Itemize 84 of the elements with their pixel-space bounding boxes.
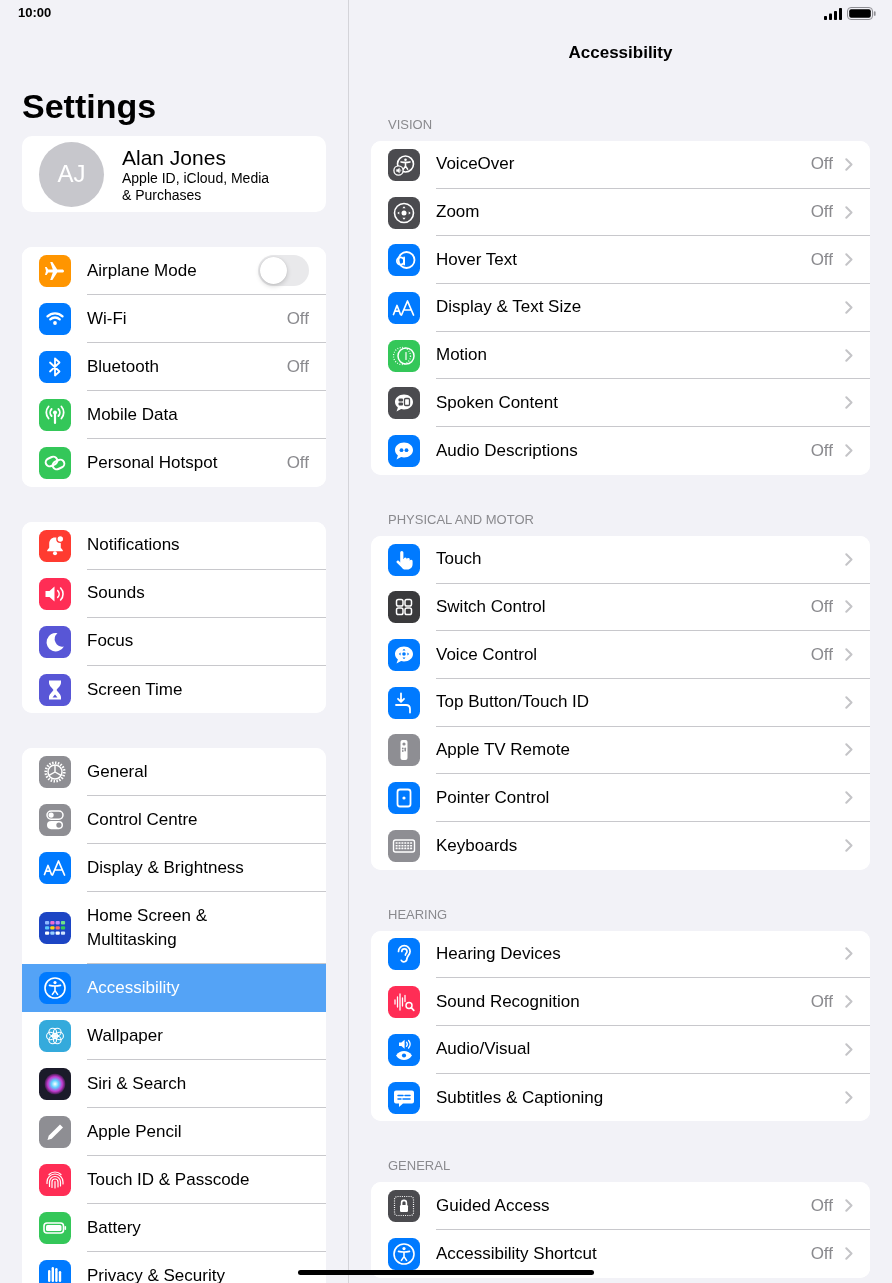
section-header: HEARING xyxy=(387,906,449,923)
accessibility-icon xyxy=(388,1237,420,1270)
keyboard-icon xyxy=(388,829,420,862)
caption-bubble-icon xyxy=(388,1081,420,1114)
chevron-icon xyxy=(845,1199,853,1213)
grid-icon xyxy=(388,591,420,624)
status-value: Off xyxy=(286,451,309,474)
status-value: Off xyxy=(810,153,833,176)
pointing-hand-icon xyxy=(388,543,420,576)
chevron-icon xyxy=(845,743,853,757)
battery-icon xyxy=(847,7,876,20)
profile-name: Alan Jones xyxy=(122,144,227,170)
section-header: PHYSICAL AND MOTOR xyxy=(387,511,535,528)
avatar: AJ xyxy=(39,141,104,207)
status-value: Off xyxy=(810,439,833,462)
toggle-switch[interactable] xyxy=(258,255,309,286)
chain-link-icon xyxy=(39,446,71,479)
bluetooth-icon xyxy=(39,351,71,383)
ear-icon xyxy=(388,938,420,971)
chevron-icon xyxy=(845,695,853,709)
chevron-icon xyxy=(845,791,853,805)
chevron-icon xyxy=(845,839,853,853)
fingerprint-icon xyxy=(39,1164,71,1197)
antenna-icon xyxy=(39,399,71,431)
page-title: Settings xyxy=(22,86,158,127)
dot-frame-icon xyxy=(388,782,420,815)
chevron-icon xyxy=(845,947,853,961)
chevron-icon xyxy=(845,300,853,314)
moon-icon xyxy=(39,625,71,658)
chevron-icon xyxy=(845,648,853,662)
app-grid-icon xyxy=(39,912,71,945)
status-value: Off xyxy=(810,1242,833,1265)
status-value: Off xyxy=(810,248,833,271)
status-time: 10:00 xyxy=(18,4,53,22)
toggle-switches-icon xyxy=(39,804,71,837)
text-size-icon xyxy=(39,852,71,885)
quote-bubble-icon xyxy=(388,434,420,467)
status-value: Off xyxy=(810,990,833,1013)
accessibility-icon xyxy=(39,972,71,1005)
hourglass-icon xyxy=(39,673,71,706)
status-value: Off xyxy=(810,595,833,618)
status-value: Off xyxy=(810,643,833,666)
bell-icon xyxy=(39,529,71,562)
accessibility-speaker-icon xyxy=(388,148,420,181)
status-value: Off xyxy=(810,1194,833,1217)
chevron-icon xyxy=(845,1042,853,1056)
waveform-search-icon xyxy=(388,986,420,1019)
chevron-icon xyxy=(845,552,853,566)
battery-icon xyxy=(39,1212,71,1245)
status-value: Off xyxy=(286,307,309,330)
signal-icon xyxy=(824,7,842,20)
chevron-icon xyxy=(845,348,853,362)
pencil-icon xyxy=(39,1116,71,1149)
gear-icon xyxy=(39,756,71,789)
status-value: Off xyxy=(810,201,833,224)
arrow-down-icon xyxy=(388,686,420,719)
orb-icon xyxy=(39,1068,71,1101)
airplane-icon xyxy=(39,255,71,287)
chevron-icon xyxy=(845,396,853,410)
chevron-icon xyxy=(845,600,853,614)
vertical-bars-icon xyxy=(39,1259,71,1283)
speaker-icon xyxy=(39,577,71,610)
speaker-eye-icon xyxy=(388,1033,420,1066)
chevron-icon xyxy=(845,995,853,1009)
chevron-icon xyxy=(845,1091,853,1105)
speech-bubble-icon xyxy=(388,387,420,420)
text-size-icon xyxy=(388,291,420,324)
lock-icon xyxy=(388,1190,420,1223)
chevron-icon xyxy=(845,444,853,458)
section-header: VISION xyxy=(387,117,434,133)
wifi-icon xyxy=(39,303,71,335)
remote-icon xyxy=(388,734,420,767)
nav-title: Accessibility xyxy=(567,42,674,64)
status-value: Off xyxy=(286,355,309,378)
chevron-icon xyxy=(845,205,853,219)
chevron-icon xyxy=(845,157,853,171)
chevron-icon xyxy=(845,253,853,267)
profile-subtitle: Apple ID, iCloud, Media & Purchases xyxy=(122,169,271,204)
overlapping-circles-icon xyxy=(388,244,420,277)
profile-card[interactable]: AJ Alan Jones Apple ID, iCloud, Media & Purchases xyxy=(22,136,326,212)
chevron-icon xyxy=(845,1247,853,1261)
flower-icon xyxy=(39,1020,71,1053)
section-header: GENERAL xyxy=(387,1158,452,1175)
bubble-dpad-icon xyxy=(388,639,420,672)
